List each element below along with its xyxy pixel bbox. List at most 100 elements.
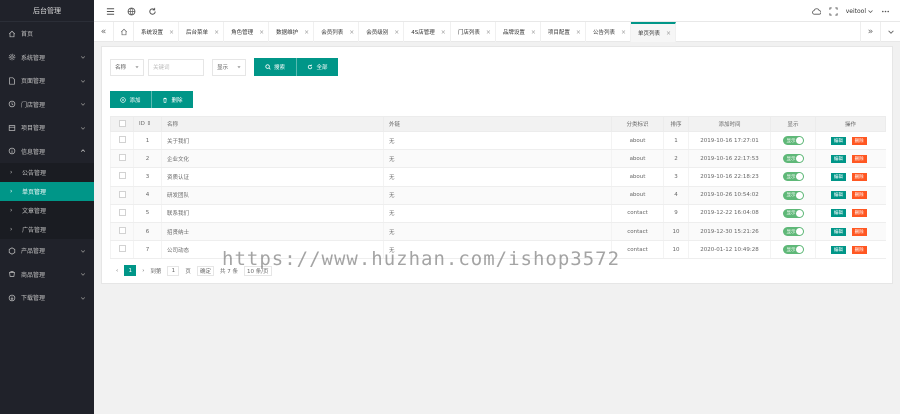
close-icon[interactable]: × <box>169 29 174 36</box>
close-icon[interactable]: × <box>214 29 219 36</box>
sidebar-subitem-1[interactable]: › 单页管理 <box>0 182 94 201</box>
current-page[interactable]: 1 <box>124 265 137 276</box>
close-icon[interactable]: × <box>486 29 491 36</box>
sidebar-subitem-2[interactable]: › 文章管理 <box>0 201 94 220</box>
cell-id: 7 <box>133 240 162 260</box>
sidebar-item-5[interactable]: 信息管理 <box>0 140 94 164</box>
delete-button[interactable]: 删除 <box>851 209 867 218</box>
more-icon[interactable] <box>881 7 890 16</box>
tab-6[interactable]: 4S店管理 × <box>404 22 451 42</box>
status-select[interactable]: 显示 <box>212 58 246 76</box>
cell-time: 2019-10-16 22:17:53 <box>688 149 771 169</box>
close-icon[interactable]: × <box>394 29 399 36</box>
tab-8[interactable]: 品牌设置 × <box>496 22 541 42</box>
close-icon[interactable]: × <box>531 29 536 36</box>
tab-9[interactable]: 项目配置 × <box>541 22 586 42</box>
globe-icon[interactable] <box>127 7 136 16</box>
field-select[interactable]: 名称 <box>110 58 144 76</box>
sidebar-subitem-3[interactable]: › 广告管理 <box>0 220 94 239</box>
edit-button[interactable]: 编辑 <box>830 172 846 181</box>
close-icon[interactable]: × <box>304 29 309 36</box>
close-icon[interactable]: × <box>621 29 626 36</box>
prev-page-button[interactable]: ‹ <box>116 268 118 274</box>
filter-bar: 名称 关键词 显示 搜索 全部 <box>110 58 338 76</box>
close-icon[interactable]: × <box>349 29 354 36</box>
batch-delete-button[interactable]: 删除 <box>151 91 193 108</box>
edit-button[interactable]: 编辑 <box>830 154 846 163</box>
delete-button[interactable]: 删除 <box>851 245 867 254</box>
sidebar-item-after-1[interactable]: 商品管理 <box>0 263 94 287</box>
show-toggle[interactable]: 显示 <box>782 190 804 200</box>
row-checkbox[interactable] <box>118 172 126 180</box>
edit-button[interactable]: 编辑 <box>830 209 846 218</box>
show-toggle[interactable]: 显示 <box>782 208 804 218</box>
show-toggle[interactable]: 显示 <box>782 245 804 255</box>
edit-button[interactable]: 编辑 <box>830 245 846 254</box>
add-button[interactable]: 添加 <box>110 91 151 108</box>
close-icon[interactable]: × <box>576 29 581 36</box>
tab-3[interactable]: 数据维护 × <box>269 22 315 42</box>
sidebar-item-4[interactable]: 项目管理 <box>0 116 94 140</box>
row-checkbox[interactable] <box>118 208 126 216</box>
fullscreen-icon[interactable] <box>829 6 838 16</box>
edit-button[interactable]: 编辑 <box>830 191 846 200</box>
refresh-icon[interactable] <box>148 7 157 16</box>
col-sort: 排序 <box>663 116 689 132</box>
tabs-menu-button[interactable] <box>880 22 900 42</box>
sidebar-item-0[interactable]: 首页 <box>0 22 94 46</box>
show-toggle[interactable]: 显示 <box>782 136 804 146</box>
tab-1[interactable]: 后台菜单 × <box>179 22 225 42</box>
user-menu[interactable]: veitool <box>846 8 873 15</box>
close-icon[interactable]: × <box>259 29 264 36</box>
row-checkbox[interactable] <box>118 136 126 144</box>
edit-button[interactable]: 编辑 <box>830 136 846 145</box>
keyword-input[interactable]: 关键词 <box>148 58 204 76</box>
tab-5[interactable]: 会员级别 × <box>359 22 405 42</box>
select-all-checkbox[interactable] <box>118 119 126 127</box>
show-toggle[interactable]: 显示 <box>782 227 804 237</box>
next-page-button[interactable]: › <box>142 268 144 274</box>
cloud-icon[interactable] <box>811 7 821 16</box>
tabs-scroll-right-button[interactable]: » <box>860 22 880 42</box>
col-id[interactable]: ID ⇕ <box>133 116 162 132</box>
tab-label: 数据维护 <box>276 30 299 36</box>
sidebar-item-after-0[interactable]: 产品管理 <box>0 239 94 263</box>
page-input[interactable]: 1 <box>167 265 180 276</box>
tab-7[interactable]: 门店列表 × <box>451 22 496 42</box>
menu-toggle-icon[interactable] <box>106 7 115 16</box>
tab-label: 后台菜单 <box>186 30 209 36</box>
delete-button[interactable]: 删除 <box>851 136 867 145</box>
close-icon[interactable]: × <box>666 30 671 37</box>
sidebar-subitem-0[interactable]: › 公告管理 <box>0 163 94 182</box>
delete-button[interactable]: 删除 <box>851 227 867 236</box>
row-checkbox[interactable] <box>118 245 126 253</box>
show-all-button[interactable]: 全部 <box>296 58 338 76</box>
row-checkbox[interactable] <box>118 227 126 235</box>
delete-button[interactable]: 删除 <box>851 154 867 163</box>
tab-0[interactable]: 系统设置 × <box>134 22 180 42</box>
goto-confirm-button[interactable]: 确定 <box>196 265 214 276</box>
delete-button[interactable]: 删除 <box>851 191 867 200</box>
delete-button[interactable]: 删除 <box>851 172 867 181</box>
show-toggle-label: 显示 <box>786 247 796 253</box>
cell-tag: about <box>611 131 664 151</box>
home-tab-button[interactable] <box>114 22 134 42</box>
tab-10[interactable]: 公告列表 × <box>586 22 631 42</box>
show-toggle[interactable]: 显示 <box>782 154 804 164</box>
search-icon <box>265 64 271 70</box>
sidebar-item-after-2[interactable]: 下载管理 <box>0 286 94 310</box>
tabs-scroll-left-button[interactable]: « <box>94 22 114 42</box>
cell-sort: 1 <box>663 131 689 151</box>
tab-11[interactable]: 单页列表 × <box>631 22 677 42</box>
edit-button[interactable]: 编辑 <box>830 227 846 236</box>
tab-2[interactable]: 角色管理 × <box>224 22 270 42</box>
show-toggle[interactable]: 显示 <box>782 172 804 182</box>
close-icon[interactable]: × <box>441 29 446 36</box>
tab-4[interactable]: 会员列表 × <box>314 22 360 42</box>
sidebar-item-1[interactable]: 系统管理 <box>0 46 94 70</box>
search-button[interactable]: 搜索 <box>254 58 296 76</box>
row-checkbox[interactable] <box>118 154 126 162</box>
row-checkbox[interactable] <box>118 190 126 198</box>
sidebar-item-3[interactable]: 门店管理 <box>0 93 94 117</box>
sidebar-item-2[interactable]: 页面管理 <box>0 69 94 93</box>
